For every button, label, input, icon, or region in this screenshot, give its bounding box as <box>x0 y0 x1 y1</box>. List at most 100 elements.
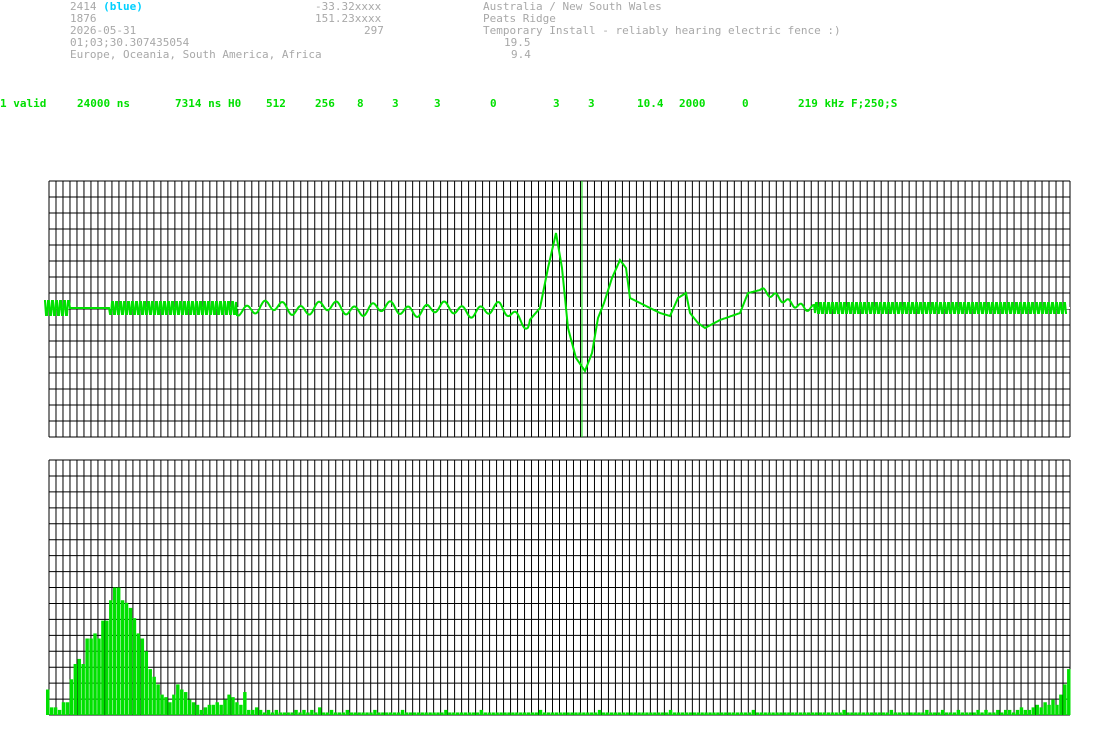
spectrum-bar <box>530 712 535 715</box>
spectrum-bar <box>684 712 689 715</box>
spectrum-bar <box>452 712 456 715</box>
spectrum-bar <box>270 712 275 715</box>
spectrum-bar <box>385 712 389 715</box>
spectrum-bar <box>972 712 976 715</box>
spectrum-bar <box>814 712 819 715</box>
spectrum-bar <box>318 707 322 715</box>
spectrum-bar <box>566 712 570 715</box>
spectrum-bar <box>101 620 105 715</box>
spectrum-bar <box>1035 704 1039 715</box>
spectrum-bar <box>487 712 491 715</box>
spectrum-bar <box>105 620 109 715</box>
spectrum-bar <box>523 712 527 715</box>
spectrum-bar <box>743 712 748 715</box>
spectrum-bar <box>1051 699 1055 715</box>
spectrum-bar <box>578 712 582 715</box>
spectrum-bar <box>132 618 137 715</box>
spectrum-bar <box>901 712 905 715</box>
spectrum-bar <box>940 709 945 715</box>
spectrum-bar <box>795 712 799 715</box>
spectrum-bar <box>136 633 141 715</box>
spectrum-bar <box>491 712 495 715</box>
spectrum-bar <box>357 712 361 715</box>
spectrum-bar <box>400 709 405 715</box>
spectrum-bar <box>913 712 917 715</box>
spectrum-bar <box>388 712 393 715</box>
spectrum-bar <box>822 712 827 715</box>
spectrum-bar <box>479 709 484 715</box>
spectrum-bar <box>227 694 231 715</box>
spectrum-bar <box>601 712 606 715</box>
spectrum-bar <box>542 712 547 715</box>
spectrum-bar <box>89 638 93 715</box>
spectrum-bar <box>49 707 54 715</box>
spectrum-bar <box>617 712 622 715</box>
spectrum-bar <box>353 712 357 715</box>
spectrum-bar <box>810 712 815 715</box>
spectrum-bar <box>842 709 846 715</box>
spectrum-bar <box>877 712 882 715</box>
spectrum-bar <box>61 702 66 715</box>
spectrum-bar <box>172 694 176 715</box>
spectrum-bar <box>720 712 724 715</box>
spectrum-bar <box>432 712 436 715</box>
spectrum-bar <box>550 712 555 715</box>
spectrum-bar <box>231 697 235 715</box>
spectrum-bar <box>866 712 870 715</box>
spectrum-bar <box>838 712 842 715</box>
spectrum-bar <box>558 712 562 715</box>
spectrum-bar <box>846 712 850 715</box>
spectrum-bar <box>187 699 192 715</box>
spectrum-bar <box>917 712 921 715</box>
spectrum-bar <box>641 712 645 715</box>
spectrum-bar <box>787 712 791 715</box>
spectrum-bar <box>649 712 653 715</box>
spectrum-bar <box>661 712 665 715</box>
spectrum-bar <box>428 712 432 715</box>
spectrum-bar <box>735 712 740 715</box>
spectrum-bar <box>199 709 204 715</box>
spectrum-bar <box>156 684 160 715</box>
spectrum-bar <box>802 712 807 715</box>
spectrum-bar <box>712 712 716 715</box>
spectrum-bar <box>73 664 78 715</box>
spectrum-bar <box>925 709 929 715</box>
spectrum-bar <box>775 712 779 715</box>
spectrum-bar <box>980 712 984 715</box>
spectrum-bar <box>176 684 180 715</box>
plot-canvas <box>44 180 1071 716</box>
spectrum-bar <box>53 707 58 715</box>
spectrum-bar <box>830 712 834 715</box>
spectrum-bar <box>688 712 693 715</box>
spectrum-bar <box>708 712 712 715</box>
spectrum-bar <box>1043 702 1047 715</box>
spectrum-bar <box>534 712 539 715</box>
spectrum-bar <box>582 712 586 715</box>
spectrum-bar <box>195 704 200 715</box>
spectrum-bar <box>645 712 649 715</box>
spectrum-bar <box>345 709 350 715</box>
spectrum-bar <box>341 712 346 715</box>
spectrum-bar <box>420 712 424 715</box>
spectrum-bar <box>1000 712 1004 715</box>
spectrum-bar <box>471 712 476 715</box>
spectrum-bar <box>93 633 97 715</box>
spectrum-bar <box>251 709 255 715</box>
spectrum-bar <box>905 712 909 715</box>
spectrum-bar <box>211 704 216 715</box>
spectrum-bar <box>404 712 409 715</box>
spectrum-bar <box>416 712 421 715</box>
spectrum-bar <box>463 712 468 715</box>
spectrum-bar <box>909 712 913 715</box>
spectrum-bar <box>298 712 302 715</box>
spectrum-bar <box>933 712 937 715</box>
spectrum-bar <box>988 712 992 715</box>
spectrum-bar <box>731 712 736 715</box>
spectrum-bar <box>144 651 148 715</box>
spectrum-bar <box>538 709 543 715</box>
spectrum-bar <box>657 712 661 715</box>
spectrum-bar <box>668 709 673 715</box>
spectrum-bar <box>680 712 685 715</box>
spectrum-bar <box>321 712 326 715</box>
spectrum-bar <box>629 712 633 715</box>
